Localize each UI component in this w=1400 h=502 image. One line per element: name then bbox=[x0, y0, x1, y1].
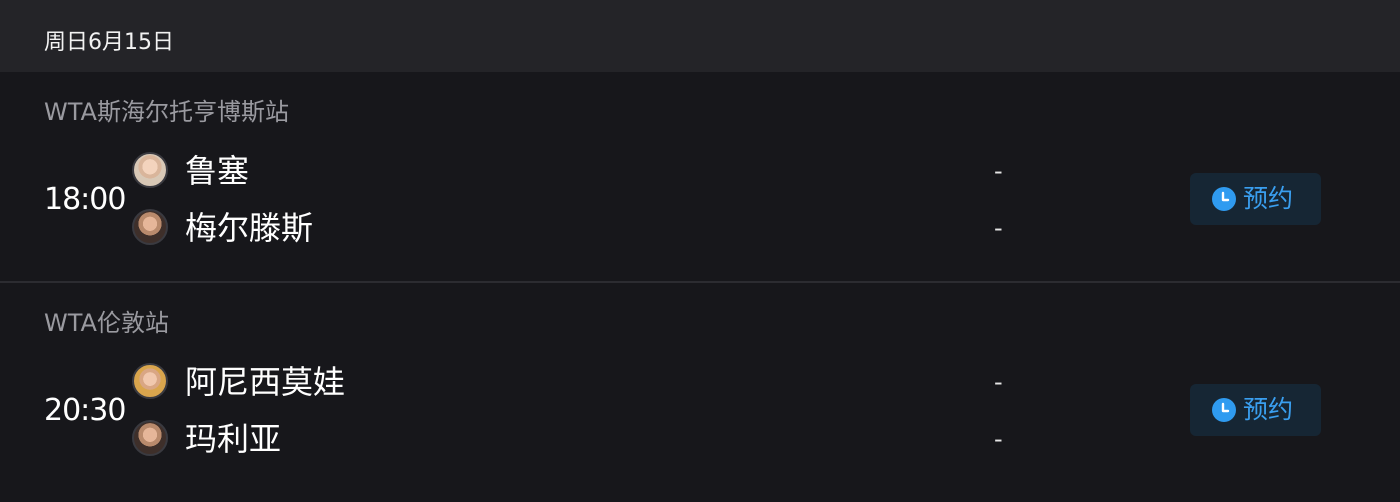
match-time: 20:30 bbox=[44, 393, 126, 428]
reserve-button-label: 预约 bbox=[1243, 184, 1294, 213]
player-row: 梅尔滕斯 - bbox=[132, 208, 1032, 248]
player-name: 鲁塞 bbox=[185, 152, 250, 190]
player-name: 阿尼西莫娃 bbox=[185, 363, 346, 401]
match-schedule-page: 周日6月15日 WTA斯海尔托亨博斯站 18:00 鲁塞 - 梅尔滕斯 - 预约… bbox=[0, 0, 1400, 502]
match-card[interactable]: WTA斯海尔托亨博斯站 18:00 鲁塞 - 梅尔滕斯 - 预约 bbox=[0, 72, 1400, 282]
player-avatar bbox=[132, 152, 168, 188]
player-row: 阿尼西莫娃 - bbox=[132, 362, 1032, 402]
match-card[interactable]: WTA伦敦站 20:30 阿尼西莫娃 - 玛利亚 - 预约 bbox=[0, 283, 1400, 493]
date-header: 周日6月15日 bbox=[0, 0, 1400, 72]
player-row: 鲁塞 - bbox=[132, 151, 1032, 191]
reserve-button-label: 预约 bbox=[1243, 395, 1294, 424]
player-name: 玛利亚 bbox=[185, 420, 282, 458]
date-label: 周日6月15日 bbox=[44, 30, 174, 55]
player-score: - bbox=[994, 425, 1003, 453]
player-name: 梅尔滕斯 bbox=[185, 209, 314, 247]
player-avatar bbox=[132, 209, 168, 245]
clock-icon bbox=[1212, 398, 1236, 422]
match-time: 18:00 bbox=[44, 182, 126, 217]
clock-icon bbox=[1212, 187, 1236, 211]
player-score: - bbox=[994, 214, 1003, 242]
tournament-title: WTA伦敦站 bbox=[44, 309, 169, 337]
player-avatar bbox=[132, 420, 168, 456]
player-score: - bbox=[994, 368, 1003, 396]
reserve-button[interactable]: 预约 bbox=[1190, 173, 1321, 225]
player-row: 玛利亚 - bbox=[132, 419, 1032, 459]
reserve-button[interactable]: 预约 bbox=[1190, 384, 1321, 436]
player-avatar bbox=[132, 363, 168, 399]
player-score: - bbox=[994, 157, 1003, 185]
tournament-title: WTA斯海尔托亨博斯站 bbox=[44, 98, 289, 126]
